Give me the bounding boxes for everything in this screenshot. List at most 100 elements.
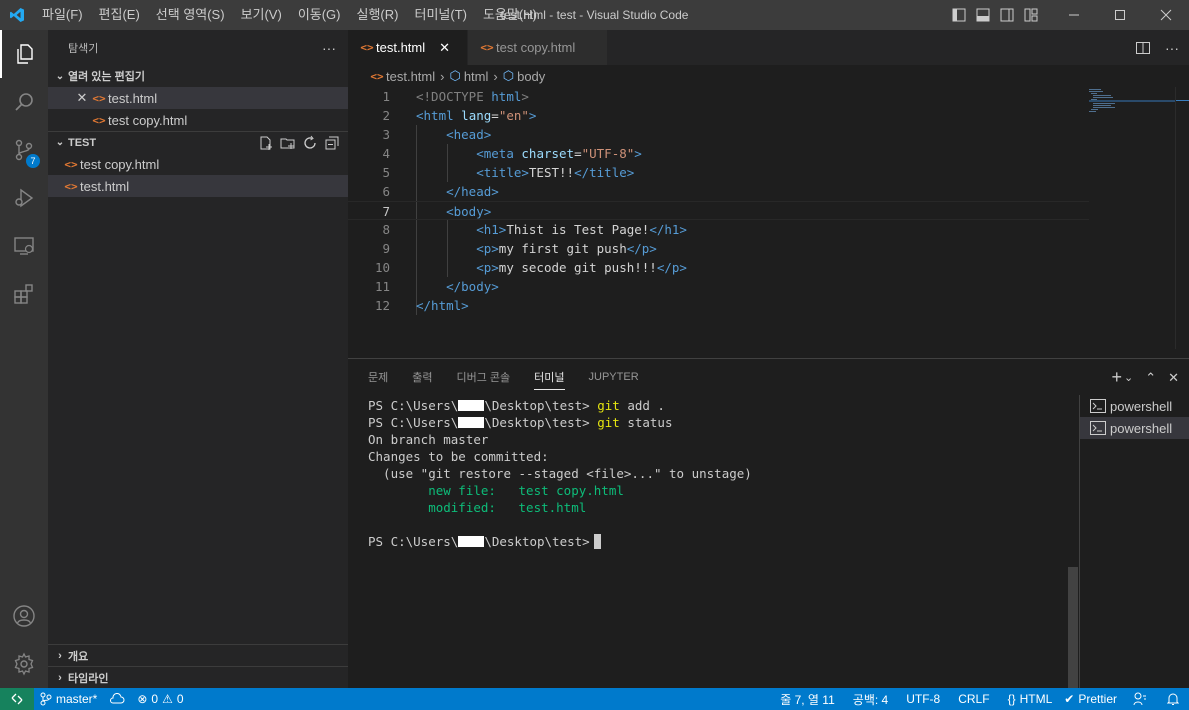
close-panel-icon[interactable]: ✕	[1168, 370, 1179, 386]
chevron-right-icon: ›	[493, 68, 498, 84]
file-item[interactable]: <> test copy.html	[48, 153, 348, 175]
git-branch-icon	[40, 692, 52, 706]
git-branch[interactable]: master*	[34, 688, 103, 710]
cursor-position[interactable]: 줄 7, 열 11	[774, 688, 847, 710]
breadcrumb-html[interactable]: html	[464, 69, 489, 84]
explorer-sidebar: 탐색기 ··· ⌄ 열려 있는 편집기 ✕ <> test.html <> te…	[48, 30, 348, 688]
folder-header[interactable]: ⌄ TEST	[48, 131, 348, 153]
tab-output[interactable]: 출력	[412, 369, 432, 385]
search-icon[interactable]	[0, 78, 48, 126]
minimap[interactable]	[1089, 87, 1189, 349]
explorer-icon[interactable]	[0, 30, 48, 78]
menu-file[interactable]: 파일(F)	[34, 0, 91, 30]
menu-help[interactable]: 도움말(H)	[475, 0, 545, 30]
toggle-sidebar-icon[interactable]	[947, 0, 971, 30]
timeline-header[interactable]: › 타임라인	[48, 666, 348, 688]
terminal-cursor	[593, 534, 601, 549]
remote-explorer-icon[interactable]	[0, 222, 48, 270]
settings-gear-icon[interactable]	[0, 640, 48, 688]
tab-jupyter[interactable]: JUPYTER	[589, 371, 639, 383]
breadcrumb-file[interactable]: test.html	[386, 69, 435, 84]
tab-label: test.html	[376, 40, 426, 55]
warning-icon: ⚠	[162, 692, 173, 706]
file-item[interactable]: <> test.html	[48, 175, 348, 197]
terminal-scrollbar[interactable]	[1068, 567, 1078, 689]
sync-icon[interactable]	[103, 688, 131, 710]
file-label: test.html	[80, 178, 130, 194]
editor-tabs: <> test.html ✕ <> test copy.html ···	[348, 30, 1189, 65]
customize-layout-icon[interactable]	[1019, 0, 1043, 30]
close-icon[interactable]: ✕	[74, 90, 90, 106]
tab-test-html[interactable]: <> test.html ✕	[348, 30, 468, 65]
open-editor-item[interactable]: ✕ <> test.html	[48, 87, 348, 109]
code-line: 9 <p>my first git push</p>	[382, 241, 657, 256]
encoding[interactable]: UTF-8	[900, 688, 952, 710]
code-editor[interactable]: 1 <!DOCTYPE html> 2 <html lang="en"> 3 <he…	[348, 87, 1089, 349]
chevron-down-icon[interactable]: ⌄	[1124, 371, 1133, 384]
code-line: 12 </html>	[374, 298, 469, 313]
chevron-right-icon: ›	[58, 671, 62, 684]
element-icon: ⬡	[449, 68, 461, 83]
menu-go[interactable]: 이동(G)	[290, 0, 349, 30]
close-window-icon[interactable]	[1143, 0, 1189, 30]
collapse-all-icon[interactable]	[324, 135, 340, 151]
close-tab-icon[interactable]: ✕	[439, 40, 450, 56]
new-terminal-icon[interactable]: +	[1111, 367, 1122, 388]
indentation[interactable]: 공백: 4	[847, 688, 900, 710]
toggle-secondary-sidebar-icon[interactable]	[995, 0, 1019, 30]
redacted-username	[458, 417, 485, 428]
toggle-panel-icon[interactable]	[971, 0, 995, 30]
editor-scrollbar[interactable]	[1175, 87, 1189, 349]
tab-terminal[interactable]: 터미널	[534, 369, 565, 390]
sidebar-title: 탐색기	[68, 42, 99, 55]
open-editors-header[interactable]: ⌄ 열려 있는 편집기	[48, 65, 348, 87]
chevron-down-icon: ⌄	[55, 137, 65, 148]
new-folder-icon[interactable]	[280, 135, 296, 151]
minimize-icon[interactable]	[1051, 0, 1097, 30]
chevron-down-icon: ⌄	[55, 70, 65, 82]
tab-test-copy-html[interactable]: <> test copy.html	[468, 30, 608, 65]
prettier-status[interactable]: ✔ Prettier	[1058, 688, 1123, 710]
terminal-instance[interactable]: powershell	[1080, 417, 1189, 439]
more-actions-icon[interactable]: ···	[322, 40, 336, 56]
notifications-bell-icon[interactable]	[1157, 688, 1189, 710]
tab-label: test copy.html	[496, 40, 576, 55]
more-actions-icon[interactable]: ···	[1165, 40, 1179, 56]
extensions-icon[interactable]	[0, 270, 48, 318]
code-line: 3 <head>	[382, 127, 492, 142]
menu-edit[interactable]: 편집(E)	[91, 0, 148, 30]
timeline-label: 타임라인	[68, 672, 109, 685]
code-line: 5 <title>TEST!!</title>	[382, 165, 635, 180]
run-debug-icon[interactable]	[0, 174, 48, 222]
feedback-icon[interactable]	[1123, 688, 1157, 710]
double-check-icon: ✔	[1064, 692, 1075, 706]
menu-terminal[interactable]: 터미널(T)	[406, 0, 474, 30]
outline-header[interactable]: › 개요	[48, 644, 348, 666]
refresh-icon[interactable]	[302, 135, 318, 151]
error-icon: ⊗	[137, 692, 148, 706]
menu-selection[interactable]: 선택 영역(S)	[148, 0, 233, 30]
maximize-panel-icon[interactable]: ⌃	[1145, 370, 1156, 386]
code-line: 4 <meta charset="UTF-8">	[382, 146, 642, 161]
tab-debug-console[interactable]: 디버그 콘솔	[457, 369, 511, 385]
scm-badge: 7	[26, 154, 40, 168]
problems-indicator[interactable]: ⊗ 0 ⚠ 0	[131, 688, 189, 710]
remote-indicator-icon[interactable]	[0, 688, 34, 710]
terminal-instance[interactable]: powershell	[1080, 395, 1189, 417]
menu-run[interactable]: 실행(R)	[349, 0, 407, 30]
maximize-icon[interactable]	[1097, 0, 1143, 30]
bottom-panel: 문제 출력 디버그 콘솔 터미널 JUPYTER + ⌄ ⌃ ✕ PS C:\U…	[348, 358, 1189, 689]
new-file-icon[interactable]	[258, 135, 274, 151]
split-editor-icon[interactable]	[1135, 40, 1151, 56]
language-mode[interactable]: {} HTML	[1002, 688, 1059, 710]
source-control-icon[interactable]: 7	[0, 126, 48, 174]
line-ending[interactable]: CRLF	[952, 688, 1001, 710]
chevron-right-icon: ›	[440, 68, 445, 84]
open-editor-item[interactable]: <> test copy.html	[48, 109, 348, 131]
breadcrumb-body[interactable]: body	[517, 69, 545, 84]
account-icon[interactable]	[0, 592, 48, 640]
terminal-output[interactable]: PS C:\Users\ \Desktop\test> git add . PS …	[368, 397, 1068, 550]
menu-bar: 파일(F) 편집(E) 선택 영역(S) 보기(V) 이동(G) 실행(R) 터…	[34, 0, 545, 30]
menu-view[interactable]: 보기(V)	[233, 0, 290, 30]
tab-problems[interactable]: 문제	[368, 369, 388, 385]
